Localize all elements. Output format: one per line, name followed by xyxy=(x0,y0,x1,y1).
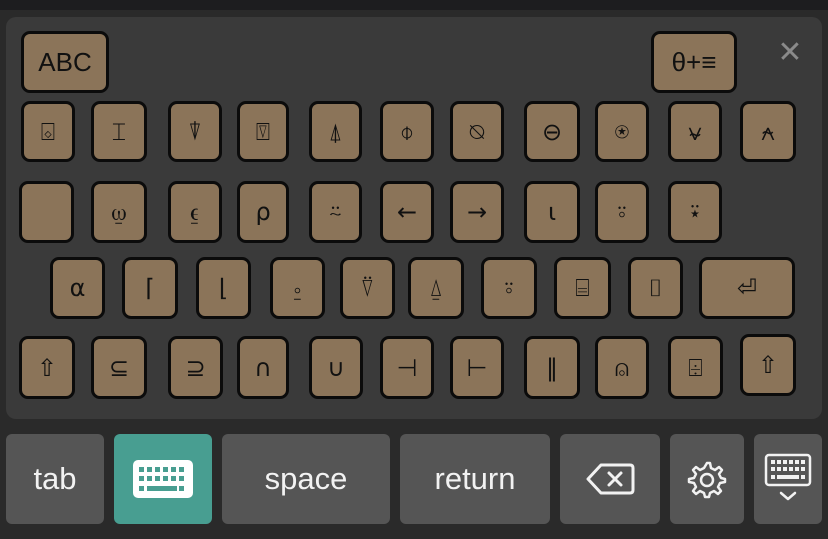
shift-key-left[interactable]: ⇧ xyxy=(19,336,75,399)
symbol-key[interactable]: ⍉ xyxy=(450,101,504,162)
symbol-key[interactable]: ⍹ xyxy=(91,181,147,243)
symbol-key[interactable]: ⌊ xyxy=(196,257,251,319)
symbol-key[interactable]: ⊖ xyxy=(524,101,580,162)
symbols-mode-key[interactable]: θ+≡ xyxy=(651,31,737,93)
abc-mode-key[interactable]: ABC xyxy=(21,31,109,93)
symbol-key[interactable]: ⍟ xyxy=(595,101,649,162)
symbol-key[interactable]: ⍣ xyxy=(668,181,722,243)
symbol-key[interactable]: ⍔ xyxy=(237,101,289,162)
symbol-key[interactable]: ⍨ xyxy=(309,181,362,243)
keyboard-dismiss-icon xyxy=(763,453,813,505)
symbol-key[interactable]: ⍴ xyxy=(237,181,289,243)
symbol-key[interactable]: ⊢ xyxy=(450,336,504,399)
shift-key-right[interactable]: ⇧ xyxy=(740,334,796,396)
dismiss-keyboard-button[interactable] xyxy=(754,434,822,524)
symbol-key[interactable]: ‖ xyxy=(524,336,580,399)
symbol-key[interactable]: ⌷ xyxy=(628,257,683,319)
backspace-button[interactable] xyxy=(560,434,660,524)
symbol-key[interactable]: ⍛ xyxy=(270,257,325,319)
close-icon[interactable]: ✕ xyxy=(772,34,808,70)
symbol-key[interactable]: ⍢ xyxy=(340,257,395,319)
symbol-key[interactable]: ⊆ xyxy=(91,336,147,399)
tab-button[interactable]: tab xyxy=(6,434,104,524)
symbol-key[interactable]: ⌸ xyxy=(554,257,611,319)
blank-key[interactable] xyxy=(19,181,74,243)
symbol-key[interactable]: ⌹ xyxy=(668,336,723,399)
symbol-key[interactable]: ⊣ xyxy=(380,336,434,399)
symbol-key[interactable]: ⍒ xyxy=(168,101,222,162)
top-bar xyxy=(0,0,828,10)
backspace-icon xyxy=(585,462,635,496)
symbol-key[interactable]: ⍱ xyxy=(668,101,722,162)
symbol-key[interactable]: ⍋ xyxy=(309,101,362,162)
gear-icon xyxy=(687,459,727,499)
symbol-key[interactable]: ⍤ xyxy=(595,181,649,243)
keyboard-switch-button[interactable] xyxy=(114,434,212,524)
settings-button[interactable] xyxy=(670,434,744,524)
space-button[interactable]: space xyxy=(222,434,390,524)
symbol-key[interactable]: ∩ xyxy=(237,336,289,399)
right-arrow-key[interactable]: → xyxy=(450,181,504,243)
symbol-key[interactable]: ⍺ xyxy=(50,257,105,319)
symbol-key[interactable]: ⍲ xyxy=(740,101,796,162)
return-button[interactable]: return xyxy=(400,434,550,524)
symbol-key[interactable]: ⌶ xyxy=(91,101,147,162)
symbol-key[interactable]: ⍙ xyxy=(408,257,464,319)
keyboard-icon xyxy=(132,459,194,499)
enter-key[interactable]: ⏎ xyxy=(699,257,795,319)
symbol-key[interactable]: ⊇ xyxy=(168,336,223,399)
symbol-key[interactable]: ⍷ xyxy=(168,181,222,243)
symbol-key[interactable]: ⍳ xyxy=(524,181,580,243)
symbol-key[interactable]: ∪ xyxy=(309,336,363,399)
symbol-key[interactable]: ⌽ xyxy=(380,101,434,162)
symbol-key[interactable]: ⌺ xyxy=(21,101,75,162)
symbol-key[interactable]: ⍤ xyxy=(481,257,537,319)
left-arrow-key[interactable]: ← xyxy=(380,181,434,243)
symbol-key[interactable]: ⌈ xyxy=(122,257,178,319)
symbol-key[interactable]: ⍝ xyxy=(595,336,649,399)
